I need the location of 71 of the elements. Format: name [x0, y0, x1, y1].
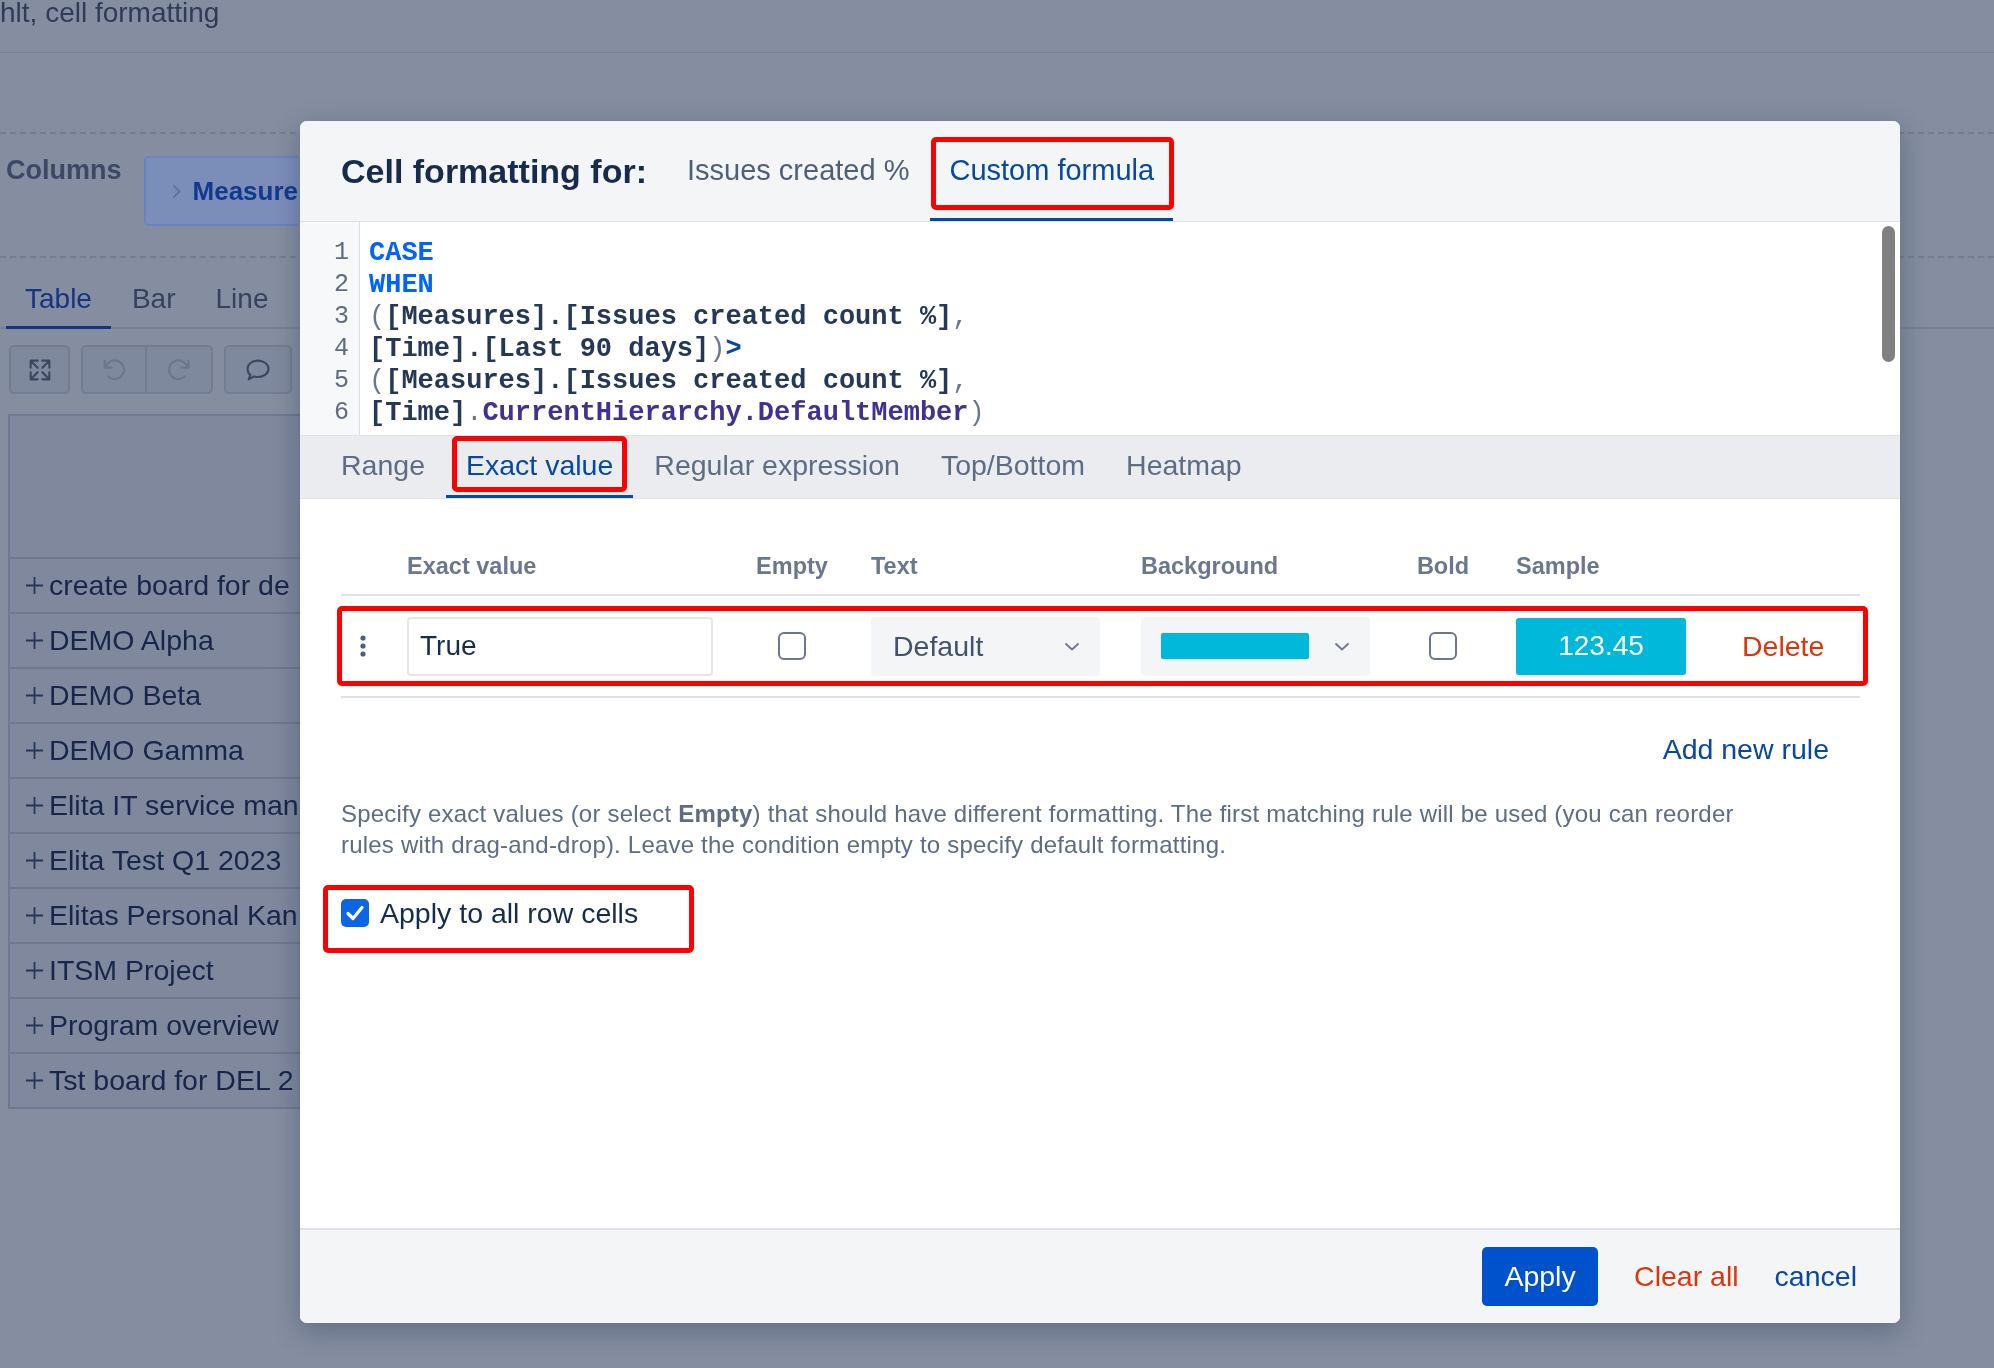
code-line: [Time].[Last 90 days])> — [369, 333, 743, 365]
line-number: 6 — [334, 397, 349, 429]
checkbox[interactable] — [778, 632, 806, 660]
chevron-down-icon — [1064, 641, 1080, 651]
plus-icon[interactable] — [26, 1017, 43, 1034]
plus-icon[interactable] — [26, 742, 43, 759]
plus-icon[interactable] — [26, 577, 43, 594]
apply-button[interactable]: Apply — [1482, 1247, 1599, 1306]
view-tab[interactable]: Table — [6, 272, 111, 329]
column-header: Sample — [1516, 552, 1601, 582]
code-line: [Time].CurrentHierarchy.DefaultMember) — [369, 397, 985, 429]
dialog-title: Cell formatting for: — [341, 150, 647, 192]
code-line: ([Measures].[Issues created count %], — [369, 365, 970, 397]
chevron-right-icon — [171, 183, 181, 199]
checkbox-label[interactable]: Apply to all row cells — [380, 891, 639, 935]
row-label: Tst board for DEL 2 — [49, 1063, 294, 1099]
line-number: 2 — [334, 269, 349, 301]
plus-icon[interactable] — [26, 687, 43, 704]
plus-icon[interactable] — [26, 962, 43, 979]
column-header: Empty — [756, 552, 828, 582]
section-label: Columns — [6, 156, 122, 184]
row-label: create board for de — [49, 568, 290, 604]
row-label: Elitas Personal Kan — [49, 898, 298, 934]
clear-all-link[interactable]: Clear all — [1634, 1255, 1739, 1298]
scrollbar[interactable] — [1882, 226, 1895, 362]
checkbox[interactable] — [1429, 632, 1457, 660]
dropdown[interactable]: Default — [871, 616, 1100, 676]
page-title: hlt, cell formatting — [0, 0, 220, 26]
view-tab[interactable]: Line — [196, 272, 288, 329]
row-label: Elita Test Q1 2023 — [49, 843, 282, 879]
delete-link[interactable]: Delete — [1742, 624, 1825, 668]
rule-type-tab[interactable]: Heatmap — [1106, 436, 1262, 498]
drag-handle-icon[interactable] — [359, 634, 367, 658]
line-number: 4 — [334, 333, 349, 365]
cancel-link[interactable]: cancel — [1774, 1255, 1857, 1298]
row-label: Elita IT service man — [49, 788, 299, 824]
add-rule-link[interactable]: Add new rule — [1662, 731, 1829, 767]
rule-type-tab[interactable]: Regular expression — [634, 436, 920, 498]
rule-type-tab[interactable]: Exact value — [446, 436, 634, 498]
row-label: DEMO Beta — [49, 678, 202, 714]
code-line: WHEN — [369, 269, 435, 301]
code-line: CASE — [369, 237, 435, 269]
column-header: Bold — [1416, 552, 1470, 582]
column-header: Exact value — [407, 552, 538, 582]
rule-type-tab[interactable]: Top/Bottom — [920, 436, 1106, 498]
plus-icon[interactable] — [26, 907, 43, 924]
code-line: ([Measures].[Issues created count %], — [369, 301, 970, 333]
view-tab[interactable]: Bar — [112, 272, 195, 329]
code-editor[interactable]: 1 2 3 4 5 6 CASE WHEN ([Measures].[Issues created count %], [Time].[Last 90 days])> ([Measures].[Issues created count %], [Time].CurrentHierarchy.DefaultMember) — [300, 222, 1900, 435]
row-label: DEMO Alpha — [49, 623, 214, 659]
line-number: 5 — [334, 365, 349, 397]
column-header: Text — [871, 552, 919, 582]
dimension-chip[interactable]: Measure — [143, 156, 298, 226]
input-field[interactable]: True — [407, 616, 713, 676]
plus-icon[interactable] — [26, 852, 43, 869]
plus-icon[interactable] — [26, 632, 43, 649]
target-tab[interactable]: Issues created % — [668, 121, 929, 221]
chevron-down-icon — [1334, 641, 1350, 651]
row-label: ITSM Project — [49, 953, 214, 989]
row-label: DEMO Gamma — [49, 733, 244, 769]
help-text: Specify exact values (or select Empty) that should have different formatting. The first matching rule will be used (you can reorder rules with drag-and-drop). Leave the condition empty to specify default formatting. — [341, 799, 1735, 860]
checkbox[interactable] — [341, 899, 369, 927]
line-number: 1 — [334, 237, 349, 269]
color-dropdown[interactable] — [1141, 616, 1370, 676]
plus-icon[interactable] — [26, 797, 43, 814]
column-header: Background — [1141, 552, 1280, 582]
line-number: 3 — [334, 301, 349, 333]
sample-preview: 123.45 — [1516, 617, 1686, 675]
plus-icon[interactable] — [26, 1072, 43, 1089]
rule-type-tab[interactable]: Range — [321, 436, 445, 498]
row-label: Program overview — [49, 1008, 279, 1044]
